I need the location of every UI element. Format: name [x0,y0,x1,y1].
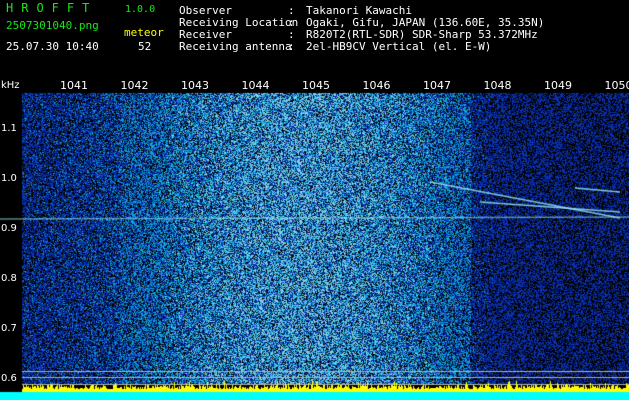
freq-tick-label: 0.6 [1,373,17,384]
spectrogram: kHz 1041 1042 1043 1044 1045 1046 1047 1048 1049… [0,80,629,400]
time-tick-label: 1046 [362,79,391,92]
time-tick-label: 1047 [423,79,451,92]
time-tick-label: 1048 [483,79,512,92]
info-separators: : : : : [288,4,295,53]
time-tick-label: 1044 [241,79,270,92]
info-values: Takanori Kawachi Ogaki, Gifu, JAPAN (136… [306,4,545,53]
freq-tick-label: 1.1 [1,123,17,134]
file-name: 2507301040.png [6,19,99,32]
time-tick-label: 1050 [604,79,629,92]
time-tick-label: 1042 [120,79,149,92]
freq-tick-label: 0.7 [1,323,17,334]
info-labels: Observer Receiving Location Receiver Rec… [179,4,299,53]
hrofft-window: HROFFT 1.0.0 2507301040.png meteor 25.07… [0,0,629,400]
y-unit-label: kHz [1,80,20,91]
freq-tick-label: 0.9 [1,223,17,234]
time-tick-label: 1041 [60,79,88,92]
spectrogram-canvas [0,80,629,400]
meteor-count: 52 [138,40,152,53]
date-time: 25.07.30 10:40 [6,40,99,53]
app-version: 1.0.0 [125,4,156,15]
app-title: HROFFT [6,1,98,15]
time-tick-label: 1043 [181,79,209,92]
freq-tick-label: 0.8 [1,273,17,284]
mode-label: meteor [124,26,164,39]
time-tick-label: 1045 [302,79,330,92]
freq-tick-label: 1.0 [1,173,17,184]
time-tick-label: 1049 [544,79,572,92]
